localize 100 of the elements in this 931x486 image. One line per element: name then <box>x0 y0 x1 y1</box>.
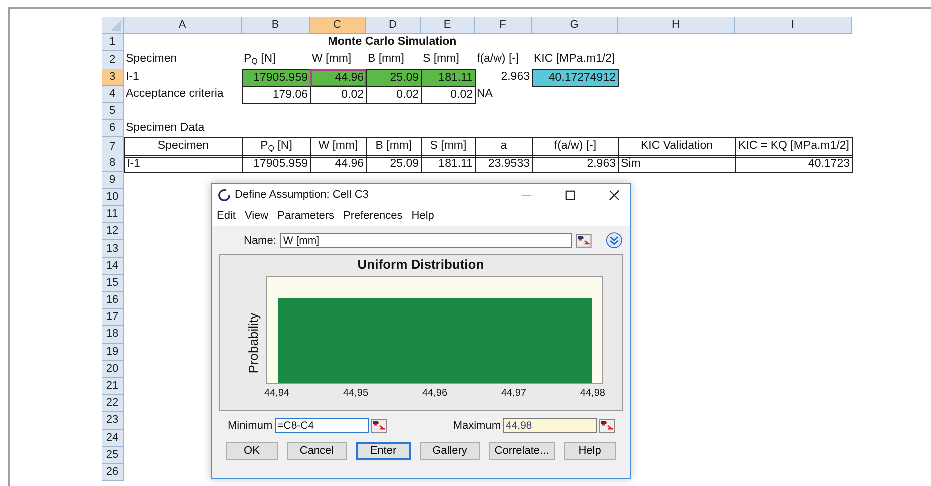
cell-reference-icon[interactable] <box>576 234 592 248</box>
row-header[interactable]: 22 <box>102 395 124 412</box>
tick-label: 44,94 <box>264 388 290 399</box>
tick-label: 44,98 <box>580 388 606 399</box>
table-cell: B [mm] <box>366 137 422 158</box>
table-cell: I-1 <box>124 154 243 173</box>
table-cell-text: W [mm] <box>311 52 353 68</box>
table-cell: 0.02 <box>421 86 476 104</box>
row-header[interactable]: 9 <box>102 172 124 189</box>
table-cell: S [mm] <box>421 137 476 158</box>
row-header[interactable]: 17 <box>102 309 124 326</box>
menu-item[interactable]: Preferences <box>343 210 403 222</box>
row-header[interactable]: 18 <box>102 326 124 344</box>
tick-label: 44,97 <box>501 388 526 399</box>
table-cell-text: I-1 <box>125 70 140 85</box>
row-header[interactable]: 13 <box>102 240 124 258</box>
menu-item[interactable]: Help <box>412 210 434 222</box>
sheet-title: Monte Carlo Simulation <box>327 35 458 50</box>
dialog-button[interactable]: OK <box>226 442 278 460</box>
name-label: Name: <box>244 234 276 246</box>
table-cell-text: KIC [MPa.m1/2] <box>533 52 616 68</box>
table-cell: 44.96 <box>310 68 367 87</box>
table-cell: 17905.959 <box>242 68 311 87</box>
column-header[interactable]: H <box>618 17 735 34</box>
column-header[interactable]: G <box>532 17 618 34</box>
value-field[interactable]: 44,98 <box>503 418 597 433</box>
table-cell: 44.96 <box>310 154 367 173</box>
table-cell: f(a/w) [-] <box>532 137 619 158</box>
spinner-icon <box>218 188 231 202</box>
triangle-icon <box>111 21 121 32</box>
row-header[interactable]: 23 <box>102 412 124 430</box>
table-cell: W [mm] <box>310 137 367 158</box>
table-cell-text: B [mm] <box>367 52 406 68</box>
table-cell: 25.09 <box>366 154 422 173</box>
table-cell: 23.9533 <box>475 154 533 173</box>
row-header[interactable]: 4 <box>102 86 124 103</box>
table-cell: P$_{Q}$ [N] <box>242 137 311 158</box>
table-cell: 17905.959 <box>242 154 311 173</box>
maximize-icon[interactable] <box>565 190 576 200</box>
dialog-button[interactable]: Gallery <box>420 442 480 460</box>
axis-label: Probability <box>246 312 262 374</box>
row-header[interactable]: 14 <box>102 258 124 275</box>
table-cell: 40.1723 <box>735 154 853 173</box>
menu-item[interactable]: Edit <box>217 210 236 222</box>
row-header[interactable]: 12 <box>102 223 124 240</box>
column-header[interactable]: F <box>475 17 532 34</box>
dialog-button[interactable]: Enter <box>356 442 411 460</box>
dialog-button[interactable]: Help <box>564 442 616 460</box>
row-header[interactable]: 25 <box>102 446 124 464</box>
table-cell: KIC = KQ [MPa.m1/2] <box>735 137 853 158</box>
name-field[interactable]: W [mm] <box>280 233 572 248</box>
table-cell: 25.09 <box>366 68 422 87</box>
table-cell: 181.11 <box>421 154 476 173</box>
field-label: Maximum <box>453 420 501 432</box>
close-icon[interactable] <box>609 190 620 200</box>
row-header[interactable]: 8 <box>102 154 124 172</box>
value-field[interactable]: =C8-C4 <box>274 418 369 433</box>
row-header[interactable]: 16 <box>102 292 124 310</box>
row-header[interactable]: 15 <box>102 274 124 292</box>
row-header[interactable]: 1 <box>102 34 124 52</box>
expand-icon[interactable] <box>606 232 623 249</box>
menu-item[interactable]: Parameters <box>278 210 334 222</box>
row-header[interactable]: 7 <box>102 137 124 158</box>
row-header[interactable]: 2 <box>102 51 124 70</box>
column-header[interactable]: A <box>124 17 242 34</box>
table-cell: KIC Validation <box>618 137 736 158</box>
column-header[interactable]: C <box>310 17 366 34</box>
column-header[interactable]: E <box>421 17 475 34</box>
row-header[interactable]: 3 <box>102 68 124 86</box>
row-header[interactable]: 21 <box>102 378 124 396</box>
window-title: Define Assumption: Cell C3 <box>235 189 369 201</box>
tick-label: 44,96 <box>422 388 448 399</box>
table-cell-text: Specimen Data <box>125 121 206 136</box>
table-cell: 181.11 <box>421 68 476 87</box>
row-header[interactable]: 5 <box>102 102 124 120</box>
row-header[interactable]: 10 <box>102 188 124 206</box>
row-header[interactable]: 19 <box>102 344 124 361</box>
table-cell: 2.963 <box>532 154 619 173</box>
cell-reference-icon[interactable] <box>370 418 387 432</box>
row-header[interactable]: 11 <box>102 206 124 224</box>
row-header[interactable]: 20 <box>102 360 124 378</box>
table-cell: 40.17274912 <box>532 68 619 87</box>
table-cell: a <box>475 137 533 158</box>
row-header[interactable]: 24 <box>102 430 124 447</box>
cell-reference-icon[interactable] <box>599 418 615 432</box>
dialog-button[interactable]: Cancel <box>287 442 347 460</box>
table-cell-text: f(a/w) [-] <box>476 52 520 68</box>
table-cell: Sim <box>618 154 736 173</box>
row-header[interactable]: 6 <box>102 120 124 138</box>
chart-title: Uniform Distribution <box>356 256 486 274</box>
table-cell: 0.02 <box>310 86 367 104</box>
field-label: Minimum <box>228 420 273 432</box>
table-cell-text: Acceptance criteria <box>125 86 225 102</box>
column-header[interactable]: I <box>735 17 852 34</box>
column-header[interactable]: B <box>242 17 310 34</box>
column-header[interactable]: D <box>366 17 421 34</box>
tick-label: 44,95 <box>344 388 369 399</box>
row-header[interactable]: 26 <box>102 464 124 482</box>
menu-item[interactable]: View <box>244 210 269 222</box>
dialog-button[interactable]: Correlate... <box>489 442 555 460</box>
